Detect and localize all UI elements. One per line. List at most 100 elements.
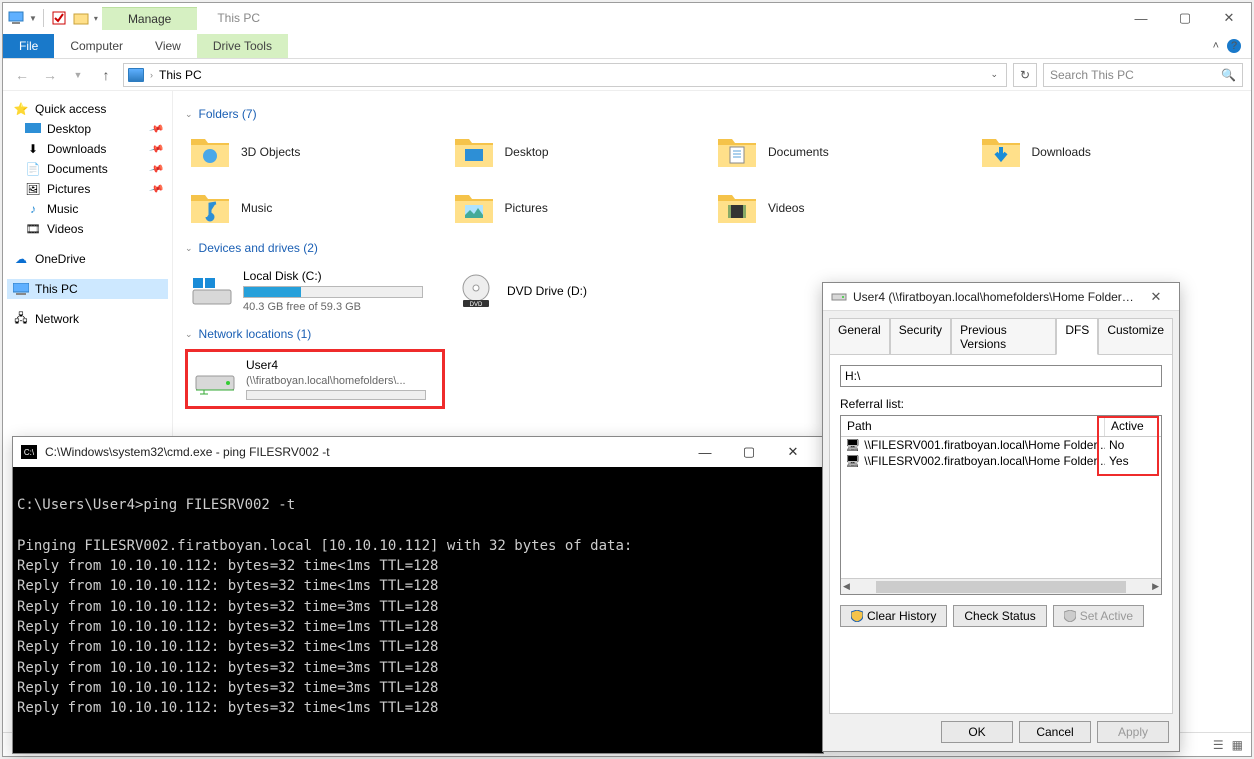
search-input[interactable]: Search This PC 🔍	[1043, 63, 1243, 87]
props-close-button[interactable]: ✕	[1141, 289, 1171, 305]
documents-icon: 📄	[25, 162, 41, 176]
address-bar[interactable]: › This PC ⌄	[123, 63, 1007, 87]
qat-newfolder-icon[interactable]	[72, 9, 90, 27]
qat-thispc-icon[interactable]	[7, 9, 25, 27]
cmd-minimize-button[interactable]: —	[683, 438, 727, 466]
horizontal-scrollbar[interactable]: ◀▶	[841, 578, 1161, 594]
pin-icon: 📌	[148, 121, 164, 137]
tab-general[interactable]: General	[829, 318, 890, 355]
network-drive-icon	[831, 290, 847, 304]
tree-downloads[interactable]: ⬇Downloads📌	[7, 139, 168, 159]
netloc-label: User4	[246, 358, 426, 372]
ribbon-context-manage[interactable]: Manage	[102, 7, 197, 30]
ribbon-tab-computer[interactable]: Computer	[54, 34, 139, 58]
cancel-button[interactable]: Cancel	[1019, 721, 1091, 743]
referral-row[interactable]: 🖥\\FILESRV002.firatboyan.local\Home Fold…	[841, 453, 1161, 469]
ok-button[interactable]: OK	[941, 721, 1013, 743]
cmd-titlebar[interactable]: C:\ C:\Windows\system32\cmd.exe - ping F…	[13, 437, 823, 467]
props-titlebar[interactable]: User4 (\\firatboyan.local\homefolders\Ho…	[823, 283, 1179, 311]
dfs-path-input[interactable]	[840, 365, 1162, 387]
tab-previous-versions[interactable]: Previous Versions	[951, 318, 1056, 355]
qat-dropdown-icon[interactable]: ▼	[29, 14, 37, 23]
folder-pictures[interactable]: Pictures	[449, 185, 713, 231]
referral-row[interactable]: 🖥\\FILESRV001.firatboyan.local\Home Fold…	[841, 437, 1161, 453]
col-active[interactable]: Active	[1105, 416, 1161, 436]
refresh-button[interactable]: ↻	[1013, 63, 1037, 87]
view-largeicons-icon[interactable]: ▦	[1232, 738, 1243, 752]
tree-videos[interactable]: 🎞Videos	[7, 219, 168, 239]
qat-properties-icon[interactable]	[50, 9, 68, 27]
address-text: This PC	[159, 68, 202, 82]
folder-desktop[interactable]: Desktop	[449, 129, 713, 175]
drive-free-text: 40.3 GB free of 59.3 GB	[243, 301, 423, 313]
pin-icon: 📌	[148, 181, 164, 197]
ribbon-tab-drivetools[interactable]: Drive Tools	[197, 34, 288, 58]
drive-usage-bar	[243, 286, 423, 298]
maximize-button[interactable]: ▢	[1163, 4, 1207, 32]
qat-customize-icon[interactable]: ▾	[94, 14, 98, 23]
ribbon-collapse-icon[interactable]: ˄	[1213, 40, 1219, 52]
onedrive-icon: ☁	[13, 252, 29, 266]
folder-icon	[189, 189, 231, 227]
referral-list[interactable]: Path Active 🖥\\FILESRV001.firatboyan.loc…	[840, 415, 1162, 595]
col-path[interactable]: Path	[841, 416, 1105, 436]
shield-icon	[851, 610, 863, 622]
drive-dvd-d[interactable]: DVD DVD Drive (D:)	[449, 263, 593, 319]
cmd-maximize-button[interactable]: ▢	[727, 438, 771, 466]
cmd-icon: C:\	[21, 445, 37, 459]
cmd-output[interactable]: C:\Users\User4>ping FILESRV002 -t Pingin…	[13, 467, 823, 753]
check-status-button[interactable]: Check Status	[953, 605, 1046, 627]
nav-forward-button[interactable]: →	[39, 64, 61, 86]
tree-desktop[interactable]: Desktop📌	[7, 119, 168, 139]
section-drives[interactable]: ⌄Devices and drives (2)	[185, 241, 1239, 255]
star-icon: ⭐	[13, 102, 29, 116]
dvd-icon: DVD	[455, 274, 497, 308]
server-icon: 🖥	[845, 454, 860, 468]
music-icon: ♪	[25, 202, 41, 216]
network-drive-icon	[194, 362, 236, 396]
folder-music[interactable]: Music	[185, 185, 449, 231]
network-icon: 🖧	[13, 312, 29, 326]
cmd-close-button[interactable]: ✕	[771, 438, 815, 466]
nav-up-button[interactable]: ↑	[95, 64, 117, 86]
help-icon[interactable]: ?	[1227, 39, 1241, 53]
set-active-button: Set Active	[1053, 605, 1144, 627]
network-drive-user4[interactable]: User4 (\\firatboyan.local\homefolders\..…	[185, 349, 445, 409]
nav-recent-dropdown[interactable]: ▼	[67, 64, 89, 86]
folder-icon	[189, 133, 231, 171]
section-folders[interactable]: ⌄Folders (7)	[185, 107, 1239, 121]
desktop-icon	[25, 122, 41, 136]
nav-back-button[interactable]: ←	[11, 64, 33, 86]
folder-documents[interactable]: Documents	[712, 129, 976, 175]
tab-dfs[interactable]: DFS	[1056, 318, 1098, 355]
tree-music[interactable]: ♪Music	[7, 199, 168, 219]
drive-label: DVD Drive (D:)	[507, 284, 587, 298]
navbar: ← → ▼ ↑ › This PC ⌄ ↻ Search This PC 🔍	[3, 59, 1251, 91]
ribbon-file-tab[interactable]: File	[3, 34, 54, 58]
minimize-button[interactable]: —	[1119, 4, 1163, 32]
cmd-window: C:\ C:\Windows\system32\cmd.exe - ping F…	[12, 436, 824, 754]
folder-icon	[453, 133, 495, 171]
tree-documents[interactable]: 📄Documents📌	[7, 159, 168, 179]
close-button[interactable]: ✕	[1207, 4, 1251, 32]
tree-network[interactable]: 🖧Network	[7, 309, 168, 329]
tree-quick-access[interactable]: ⭐Quick access	[7, 99, 168, 119]
tree-onedrive[interactable]: ☁OneDrive	[7, 249, 168, 269]
tree-pictures[interactable]: 🖼Pictures📌	[7, 179, 168, 199]
pin-icon: 📌	[148, 161, 164, 177]
folder-downloads[interactable]: Downloads	[976, 129, 1240, 175]
tab-security[interactable]: Security	[890, 318, 951, 355]
address-dropdown-icon[interactable]: ⌄	[985, 69, 1002, 80]
drive-localdisk-c[interactable]: Local Disk (C:) 40.3 GB free of 59.3 GB	[185, 263, 429, 319]
view-details-icon[interactable]: ☰	[1213, 738, 1224, 752]
folder-icon	[980, 133, 1022, 171]
tree-this-pc[interactable]: This PC	[7, 279, 168, 299]
clear-history-button[interactable]: Clear History	[840, 605, 947, 627]
chevron-down-icon: ⌄	[185, 109, 193, 120]
tab-customize[interactable]: Customize	[1098, 318, 1173, 355]
folder-3dobjects[interactable]: 3D Objects	[185, 129, 449, 175]
pin-icon: 📌	[148, 141, 164, 157]
ribbon-tab-view[interactable]: View	[139, 34, 197, 58]
thispc-icon	[13, 282, 29, 296]
folder-videos[interactable]: Videos	[712, 185, 976, 231]
